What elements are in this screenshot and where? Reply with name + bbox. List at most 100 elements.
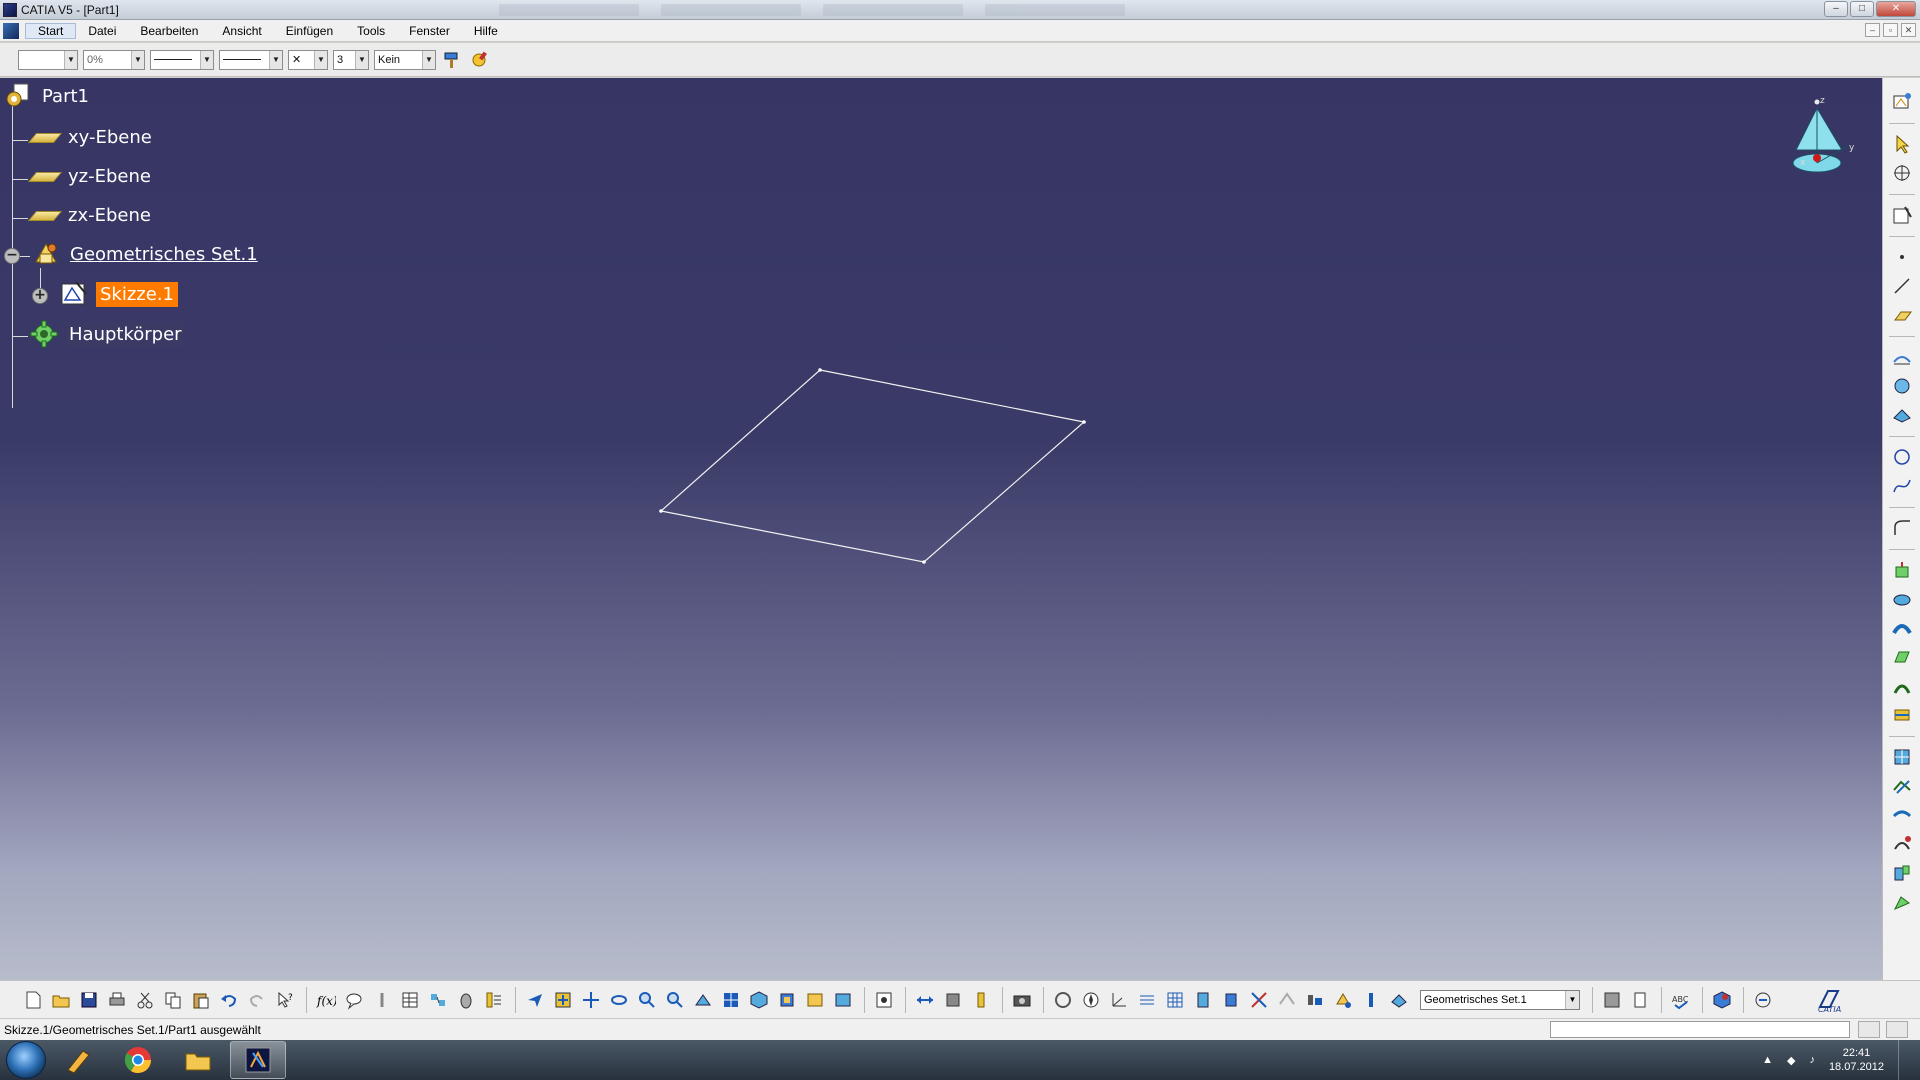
inertia-icon[interactable]	[968, 987, 994, 1013]
current-body-combo[interactable]: Geometrisches Set.1 ▼	[1420, 989, 1580, 1010]
menu-einfuegen[interactable]: Einfügen	[274, 24, 345, 38]
snap-grid-icon[interactable]	[1162, 987, 1188, 1013]
point-icon[interactable]	[1889, 245, 1915, 269]
update-icon[interactable]	[1050, 987, 1076, 1013]
boundary-icon[interactable]	[1889, 890, 1915, 914]
clock[interactable]: 22:41 18.07.2012	[1829, 1046, 1884, 1074]
catia-logo-icon[interactable]: CATIA	[1814, 987, 1850, 1013]
3d-viewport[interactable]: Part1 xy-Ebene yz-Ebene zx-Ebene − Geome…	[0, 78, 1882, 980]
redo-icon[interactable]	[244, 987, 270, 1013]
analysis-icon[interactable]	[1709, 987, 1735, 1013]
tools-palette-icon[interactable]	[871, 987, 897, 1013]
menu-bearbeiten[interactable]: Bearbeiten	[128, 24, 210, 38]
zoom-out-icon[interactable]	[662, 987, 688, 1013]
fly-icon[interactable]	[522, 987, 548, 1013]
show-hidden-icons-icon[interactable]: ▲	[1762, 1054, 1773, 1066]
compass-icon[interactable]	[1078, 987, 1104, 1013]
close-button[interactable]: ✕	[1876, 1, 1916, 17]
menu-start[interactable]: Start	[25, 22, 77, 39]
sketch-geometry[interactable]	[0, 78, 1882, 980]
sketch-vertex[interactable]	[922, 560, 926, 564]
multi-section-icon[interactable]	[1889, 674, 1915, 698]
blend-icon[interactable]	[1889, 703, 1915, 727]
minimize-button[interactable]: –	[1824, 1, 1848, 17]
show-desktop-button[interactable]	[1898, 1040, 1910, 1080]
geometrical-set-icon[interactable]	[1358, 987, 1384, 1013]
sweep-icon[interactable]	[1889, 616, 1915, 640]
projection-icon[interactable]	[1889, 345, 1915, 369]
keep-mode-icon[interactable]	[1274, 987, 1300, 1013]
hide-show-icon[interactable]	[802, 987, 828, 1013]
transparency-combo[interactable]: 0% ▼	[83, 49, 145, 70]
doc-restore-button[interactable]: ▫	[1883, 23, 1898, 37]
sketch-vertex[interactable]	[659, 509, 663, 513]
document-icon[interactable]	[3, 22, 19, 39]
volume-icon[interactable]: ♪	[1809, 1054, 1815, 1066]
menu-tools[interactable]: Tools	[345, 24, 397, 38]
table-icon[interactable]	[397, 987, 423, 1013]
doc-close-button[interactable]: ✕	[1901, 23, 1916, 37]
fill-icon[interactable]	[1889, 645, 1915, 669]
weight-combo[interactable]: 3 ▼	[333, 49, 369, 70]
menu-hilfe[interactable]: Hilfe	[462, 24, 510, 38]
fit-all-icon[interactable]	[550, 987, 576, 1013]
catalog-icon[interactable]	[425, 987, 451, 1013]
graphic-properties-wizard-icon[interactable]	[468, 49, 490, 71]
format-painter-icon[interactable]	[441, 49, 463, 71]
command-input[interactable]	[1550, 1021, 1850, 1038]
taskbar-catia[interactable]	[230, 1041, 286, 1079]
swap-icon[interactable]	[830, 987, 856, 1013]
command-history-button[interactable]	[1858, 1021, 1880, 1038]
paste-icon[interactable]	[188, 987, 214, 1013]
undo-icon[interactable]	[216, 987, 242, 1013]
define-in-work-object-icon[interactable]	[1386, 987, 1412, 1013]
spin-sketch-icon[interactable]	[1889, 90, 1915, 114]
windows-start-icon[interactable]	[6, 1041, 46, 1079]
pan-icon[interactable]	[578, 987, 604, 1013]
doc-minimize-button[interactable]: –	[1865, 23, 1880, 37]
zoom-in-icon[interactable]	[634, 987, 660, 1013]
multi-view-icon[interactable]	[718, 987, 744, 1013]
print-icon[interactable]	[104, 987, 130, 1013]
pointer-icon[interactable]	[453, 987, 479, 1013]
new-icon[interactable]	[20, 987, 46, 1013]
plane-icon[interactable]	[1889, 303, 1915, 327]
offset-icon[interactable]	[1889, 745, 1915, 769]
part-body-icon[interactable]	[1627, 987, 1653, 1013]
taskbar-tool-app[interactable]	[50, 1041, 106, 1079]
shading-icon[interactable]	[774, 987, 800, 1013]
formula-icon[interactable]: f(x)	[313, 987, 339, 1013]
layer-combo[interactable]: Kein ▼	[374, 49, 436, 70]
revolve-icon[interactable]	[1889, 587, 1915, 611]
menu-fenster[interactable]: Fenster	[397, 24, 462, 38]
select-icon[interactable]	[1889, 132, 1915, 156]
parameter-icon[interactable]	[481, 987, 507, 1013]
join-icon[interactable]	[1889, 774, 1915, 798]
compass-icon[interactable]: z y x	[1784, 88, 1864, 188]
network-icon[interactable]: ◆	[1787, 1054, 1795, 1067]
cut-icon[interactable]	[132, 987, 158, 1013]
circle-icon[interactable]	[1889, 445, 1915, 469]
extrapolate-icon[interactable]	[1889, 403, 1915, 427]
line-type-combo[interactable]: ▼	[219, 49, 283, 70]
normal-view-icon[interactable]	[690, 987, 716, 1013]
grid-icon[interactable]	[1134, 987, 1160, 1013]
line-icon[interactable]	[1889, 274, 1915, 298]
knowledge-icon[interactable]	[341, 987, 367, 1013]
corner-icon[interactable]	[1889, 516, 1915, 540]
taskbar-explorer[interactable]	[170, 1041, 226, 1079]
maximize-button[interactable]: □	[1850, 1, 1874, 17]
sketch-vertex[interactable]	[818, 368, 822, 372]
wrench-icon[interactable]	[369, 987, 395, 1013]
point-symbol-combo[interactable]: ✕ ▼	[288, 49, 328, 70]
intersection-icon[interactable]	[1889, 374, 1915, 398]
split-icon[interactable]	[1889, 832, 1915, 856]
sketch-vertex[interactable]	[1082, 420, 1086, 424]
3d-grid-icon[interactable]	[1218, 987, 1244, 1013]
fill-color-combo[interactable]: ▼	[18, 49, 78, 70]
spline-icon[interactable]	[1889, 474, 1915, 498]
save-icon[interactable]	[76, 987, 102, 1013]
extrude-icon[interactable]	[1889, 558, 1915, 582]
iso-view-icon[interactable]	[746, 987, 772, 1013]
analysis-icon[interactable]	[1750, 987, 1776, 1013]
